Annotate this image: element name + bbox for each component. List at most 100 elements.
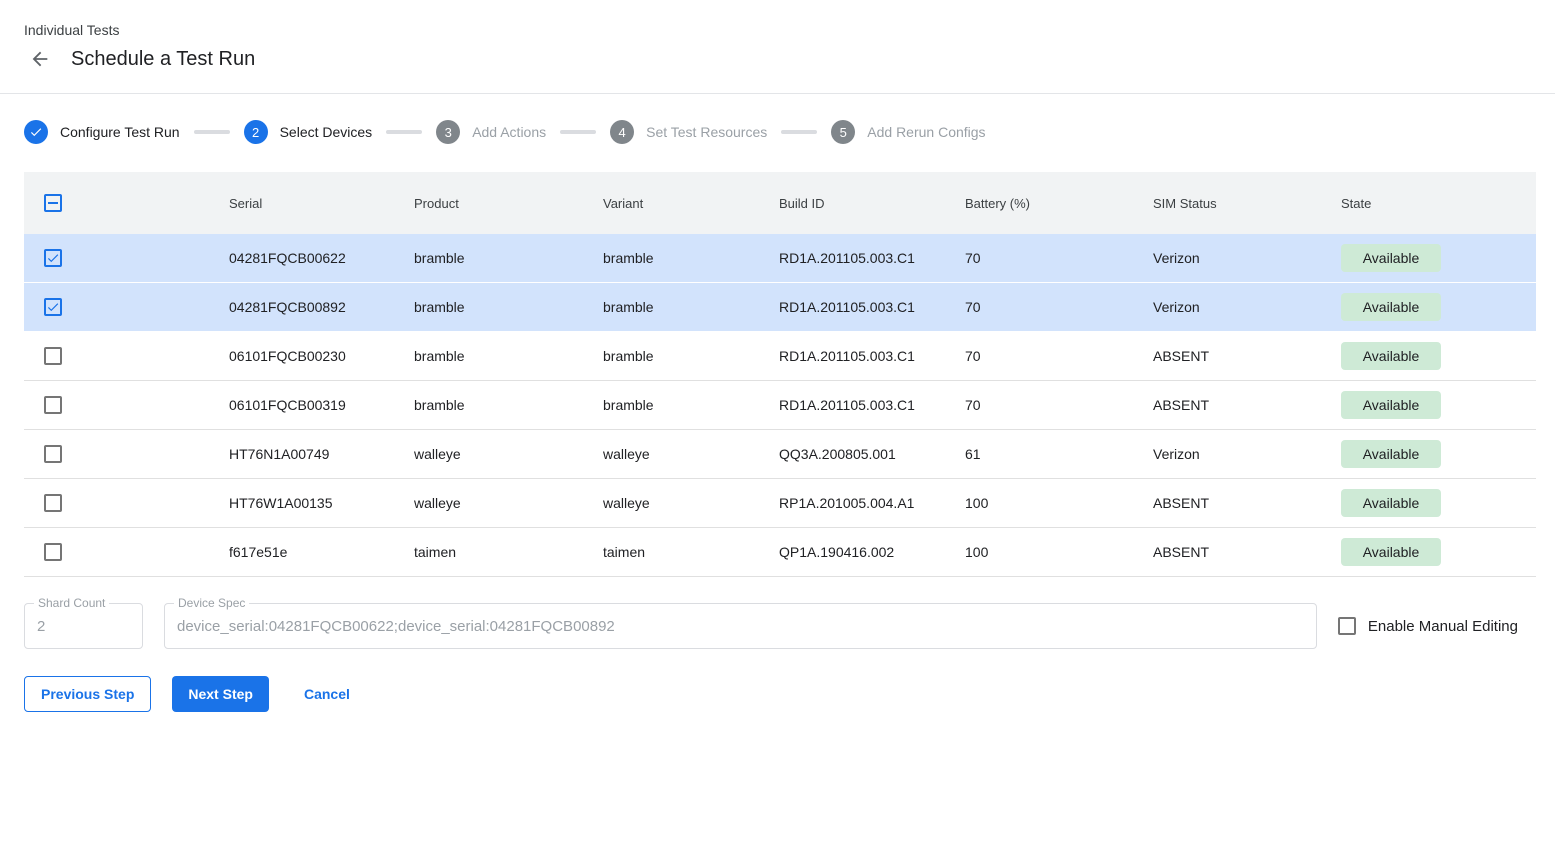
cell-sim-status: ABSENT <box>1153 397 1341 413</box>
page-header: Individual Tests Schedule a Test Run <box>0 0 1555 71</box>
cell-battery: 61 <box>965 446 1153 462</box>
select-all-checkbox[interactable] <box>44 194 62 212</box>
enable-manual-editing[interactable]: Enable Manual Editing <box>1338 603 1518 635</box>
shard-count-label: Shard Count <box>34 596 109 610</box>
cell-serial: 06101FQCB00319 <box>229 397 414 413</box>
stepper-step-configure-test-run[interactable]: Configure Test Run <box>24 120 180 144</box>
cell-product: walleye <box>414 446 603 462</box>
state-badge: Available <box>1341 440 1441 468</box>
back-arrow-icon[interactable] <box>28 47 52 71</box>
column-header-variant: Variant <box>603 196 779 211</box>
shard-count-field[interactable]: Shard Count <box>24 603 143 649</box>
device-spec-input[interactable] <box>165 604 1316 648</box>
cell-sim-status: Verizon <box>1153 299 1341 315</box>
cell-build-id: RP1A.201005.004.A1 <box>779 495 965 511</box>
row-checkbox[interactable] <box>44 445 62 463</box>
step-label: Configure Test Run <box>60 124 180 140</box>
step-complete-check-icon <box>24 120 48 144</box>
row-checkbox[interactable] <box>44 396 62 414</box>
state-badge: Available <box>1341 489 1441 517</box>
table-row[interactable]: 04281FQCB00622bramblebrambleRD1A.201105.… <box>24 234 1536 283</box>
cell-product: bramble <box>414 397 603 413</box>
step-number: 2 <box>244 120 268 144</box>
breadcrumb: Individual Tests <box>24 22 1531 38</box>
column-header-battery: Battery (%) <box>965 196 1153 211</box>
cell-product: walleye <box>414 495 603 511</box>
cell-battery: 70 <box>965 299 1153 315</box>
cell-battery: 100 <box>965 495 1153 511</box>
cell-product: taimen <box>414 544 603 560</box>
row-checkbox[interactable] <box>44 543 62 561</box>
enable-manual-editing-checkbox[interactable] <box>1338 617 1356 635</box>
row-checkbox[interactable] <box>44 494 62 512</box>
table-row[interactable]: 04281FQCB00892bramblebrambleRD1A.201105.… <box>24 283 1536 332</box>
stepper: Configure Test Run 2 Select Devices 3 Ad… <box>24 120 1531 144</box>
step-label: Add Actions <box>472 124 546 140</box>
cell-build-id: RD1A.201105.003.C1 <box>779 299 965 315</box>
cell-variant: walleye <box>603 446 779 462</box>
table-row[interactable]: f617e51etaimentaimenQP1A.190416.002100AB… <box>24 528 1536 577</box>
page-title: Schedule a Test Run <box>71 48 255 71</box>
table-row[interactable]: 06101FQCB00230bramblebrambleRD1A.201105.… <box>24 332 1536 381</box>
table-row[interactable]: HT76W1A00135walleyewalleyeRP1A.201005.00… <box>24 479 1536 528</box>
cell-variant: bramble <box>603 299 779 315</box>
stepper-step-add-rerun-configs[interactable]: 5 Add Rerun Configs <box>831 120 985 144</box>
step-connector <box>781 130 817 134</box>
cancel-button[interactable]: Cancel <box>304 676 350 712</box>
cell-product: bramble <box>414 250 603 266</box>
step-connector <box>194 130 230 134</box>
shard-count-input[interactable] <box>25 604 142 648</box>
cell-battery: 70 <box>965 250 1153 266</box>
step-connector <box>386 130 422 134</box>
cell-serial: 04281FQCB00892 <box>229 299 414 315</box>
cell-sim-status: Verizon <box>1153 250 1341 266</box>
cell-variant: taimen <box>603 544 779 560</box>
state-badge: Available <box>1341 293 1441 321</box>
row-checkbox[interactable] <box>44 298 62 316</box>
cell-battery: 70 <box>965 348 1153 364</box>
step-label: Set Test Resources <box>646 124 767 140</box>
cell-sim-status: ABSENT <box>1153 495 1341 511</box>
table-row[interactable]: HT76N1A00749walleyewalleyeQQ3A.200805.00… <box>24 430 1536 479</box>
table-row[interactable]: 06101FQCB00319bramblebrambleRD1A.201105.… <box>24 381 1536 430</box>
row-checkbox[interactable] <box>44 249 62 267</box>
column-header-serial: Serial <box>229 196 414 211</box>
enable-manual-editing-label: Enable Manual Editing <box>1368 618 1518 635</box>
cell-sim-status: Verizon <box>1153 446 1341 462</box>
cell-sim-status: ABSENT <box>1153 544 1341 560</box>
previous-step-button[interactable]: Previous Step <box>24 676 151 712</box>
cell-variant: bramble <box>603 348 779 364</box>
stepper-step-add-actions[interactable]: 3 Add Actions <box>436 120 546 144</box>
step-number: 3 <box>436 120 460 144</box>
step-number: 4 <box>610 120 634 144</box>
column-header-product: Product <box>414 196 603 211</box>
cell-product: bramble <box>414 299 603 315</box>
cell-battery: 70 <box>965 397 1153 413</box>
cell-variant: bramble <box>603 397 779 413</box>
device-spec-label: Device Spec <box>174 596 249 610</box>
cell-build-id: RD1A.201105.003.C1 <box>779 348 965 364</box>
step-label: Add Rerun Configs <box>867 124 985 140</box>
cell-build-id: QQ3A.200805.001 <box>779 446 965 462</box>
cell-serial: HT76N1A00749 <box>229 446 414 462</box>
cell-product: bramble <box>414 348 603 364</box>
action-buttons: Previous Step Next Step Cancel <box>24 676 1531 712</box>
column-header-sim-status: SIM Status <box>1153 196 1341 211</box>
cell-serial: 04281FQCB00622 <box>229 250 414 266</box>
state-badge: Available <box>1341 391 1441 419</box>
device-spec-field[interactable]: Device Spec <box>164 603 1317 649</box>
stepper-step-select-devices[interactable]: 2 Select Devices <box>244 120 373 144</box>
cell-build-id: RD1A.201105.003.C1 <box>779 397 965 413</box>
header-divider <box>0 93 1555 94</box>
form-row: Shard Count Device Spec Enable Manual Ed… <box>24 603 1518 649</box>
cell-variant: walleye <box>603 495 779 511</box>
step-label: Select Devices <box>280 124 373 140</box>
cell-build-id: QP1A.190416.002 <box>779 544 965 560</box>
table-header-row: Serial Product Variant Build ID Battery … <box>24 172 1536 234</box>
row-checkbox[interactable] <box>44 347 62 365</box>
stepper-step-set-test-resources[interactable]: 4 Set Test Resources <box>610 120 767 144</box>
next-step-button[interactable]: Next Step <box>172 676 269 712</box>
cell-serial: 06101FQCB00230 <box>229 348 414 364</box>
table-body: 04281FQCB00622bramblebrambleRD1A.201105.… <box>24 234 1536 577</box>
device-table: Serial Product Variant Build ID Battery … <box>24 172 1536 577</box>
